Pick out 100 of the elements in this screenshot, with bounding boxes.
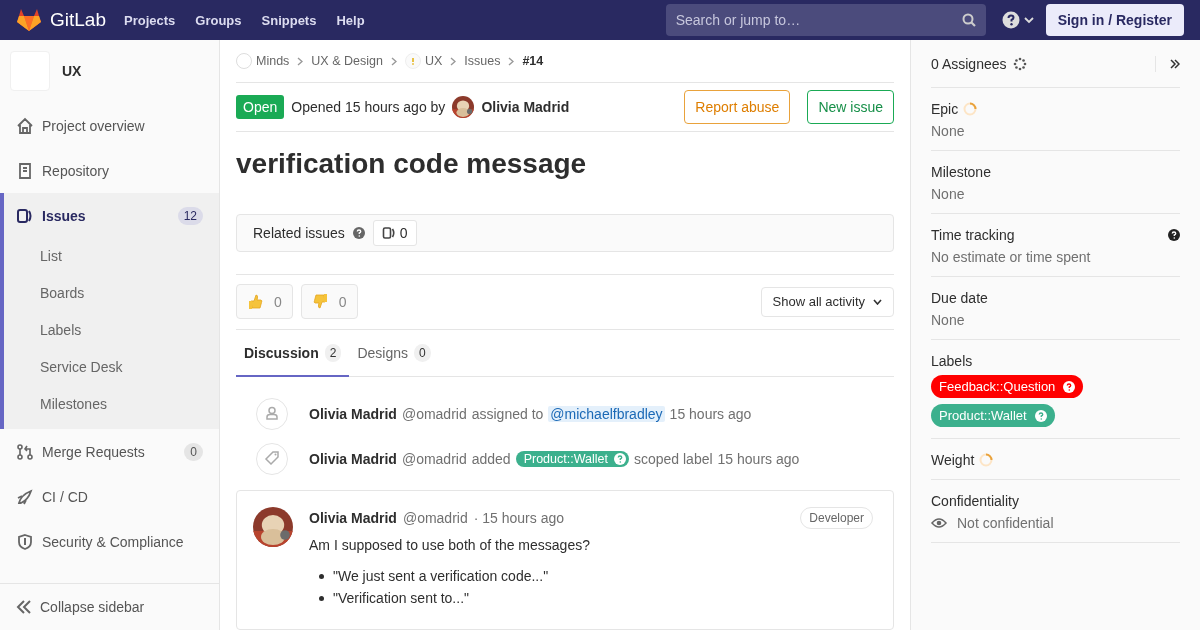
- note-action: assigned to: [471, 405, 544, 422]
- breadcrumb-link[interactable]: Minds: [236, 53, 290, 70]
- help-icon: [1001, 11, 1020, 29]
- label-tag[interactable]: Feedback::Question: [931, 375, 1084, 398]
- username: @omadrid: [401, 405, 467, 422]
- double-chevron-right-icon[interactable]: [1170, 58, 1180, 69]
- sidebar-subitem[interactable]: List: [4, 238, 219, 275]
- sidebar-subitem[interactable]: Boards: [4, 275, 219, 312]
- search-icon: [961, 13, 976, 27]
- tab[interactable]: Discussion 2: [236, 330, 350, 377]
- double-chevron-left-icon: [16, 600, 32, 614]
- search-field[interactable]: Search or jump to…: [665, 4, 986, 36]
- help-icon[interactable]: [1168, 229, 1180, 241]
- sidebar-subitem[interactable]: Milestones: [4, 386, 219, 423]
- author-link[interactable]: Olivia Madrid: [481, 99, 570, 116]
- opened-text: Opened 15 hours ago by: [291, 99, 446, 116]
- chevron-right-icon: [297, 56, 304, 66]
- count-badge: 2: [324, 343, 342, 362]
- sidebar-item[interactable]: CI / CD: [0, 474, 219, 519]
- author-link[interactable]: Olivia Madrid: [309, 405, 397, 422]
- related-issues-label: Related issues: [253, 225, 345, 241]
- help-icon: [613, 452, 626, 465]
- section-value: None: [931, 186, 965, 202]
- bullet-dot: [319, 595, 324, 601]
- project-avatar-icon: [404, 53, 421, 70]
- rocket-icon: [16, 487, 34, 506]
- sidebar-item[interactable]: Repository: [0, 148, 219, 193]
- chevron-down-icon: [873, 298, 882, 305]
- issues-icon: [16, 206, 34, 225]
- thumbs-up-button[interactable]: 0: [236, 284, 293, 319]
- tag-icon: [256, 442, 288, 475]
- username: @omadrid: [401, 450, 467, 467]
- collapse-sidebar-button[interactable]: Collapse sidebar: [0, 583, 219, 630]
- thumbs-down-icon: [311, 293, 329, 310]
- list-item-text: "Verification sent to...": [333, 590, 469, 606]
- author-link[interactable]: Olivia Madrid: [309, 450, 397, 467]
- username: @omadrid: [402, 510, 468, 526]
- breadcrumb-link[interactable]: #14: [522, 54, 544, 69]
- status-badge: Open: [236, 95, 285, 120]
- fox-logo: [16, 8, 42, 32]
- thumbs-down-button[interactable]: 0: [300, 284, 358, 319]
- loading-spinner-icon: [1012, 56, 1027, 71]
- eye-icon: [931, 517, 947, 529]
- section-value: None: [931, 312, 965, 328]
- nav-link[interactable]: Projects: [124, 8, 176, 32]
- help-icon: [1034, 409, 1047, 422]
- section-title: Epic: [931, 101, 959, 117]
- related-count-badge[interactable]: 0: [372, 220, 417, 246]
- chevron-down-icon: [1023, 16, 1034, 24]
- chevron-right-icon: [508, 56, 515, 66]
- assignees-title: 0 Assignees: [931, 55, 1007, 72]
- section-title: Labels: [931, 353, 973, 369]
- section-value: Not confidential: [957, 515, 1054, 531]
- timestamp: · 15 hours ago: [473, 510, 564, 526]
- count-badge: 0: [414, 343, 431, 362]
- user-mention-link[interactable]: @michaelfbradley: [548, 405, 665, 422]
- section-title: Milestone: [931, 164, 991, 180]
- help-dropdown[interactable]: [1001, 11, 1034, 29]
- timestamp: 15 hours ago: [717, 450, 800, 467]
- section-value: None: [931, 123, 965, 139]
- loading-spinner-icon: [963, 102, 978, 116]
- nav-link[interactable]: Groups: [195, 8, 242, 32]
- list-item-text: "We just sent a verification code...": [333, 568, 549, 584]
- note-action: added: [471, 450, 511, 467]
- sidebar-item[interactable]: Security & Compliance: [0, 519, 219, 564]
- breadcrumb-link[interactable]: Issues: [464, 54, 501, 69]
- timestamp: 15 hours ago: [669, 405, 752, 422]
- sidebar-item[interactable]: Issues 12: [4, 193, 219, 238]
- help-icon: [352, 227, 365, 239]
- sidebar-item[interactable]: Merge Requests 0: [0, 429, 219, 474]
- issue-title: verification code message: [236, 148, 588, 180]
- issues-icon: [381, 226, 396, 240]
- author-link[interactable]: Olivia Madrid: [309, 510, 397, 526]
- sidebar-subitem[interactable]: Labels: [4, 312, 219, 349]
- shield-icon: [16, 532, 34, 551]
- brand-name[interactable]: GitLab: [50, 9, 106, 31]
- help-icon: [1063, 380, 1076, 393]
- merge-request-icon: [16, 442, 34, 461]
- sidebar-item[interactable]: Project overview: [0, 103, 219, 148]
- sign-in-button[interactable]: Sign in / Register: [1045, 4, 1184, 36]
- new-issue-button[interactable]: New issue: [807, 90, 894, 125]
- section-title: Confidentiality: [931, 493, 1019, 509]
- breadcrumb-link[interactable]: UX: [404, 53, 443, 70]
- chevron-right-icon: [390, 56, 397, 66]
- section-title: Due date: [931, 290, 988, 306]
- user-icon: [256, 397, 288, 430]
- group-avatar-icon: [236, 53, 252, 70]
- breadcrumb-link[interactable]: UX & Design: [311, 54, 383, 69]
- section-title: Weight: [931, 452, 975, 468]
- nav-link[interactable]: Help: [336, 8, 365, 32]
- section-title: Time tracking: [931, 227, 1015, 243]
- chevron-right-icon: [450, 56, 457, 66]
- project-name[interactable]: UX: [62, 63, 82, 79]
- note-action: scoped label: [633, 450, 713, 467]
- nav-link[interactable]: Snippets: [261, 8, 317, 32]
- loading-spinner-icon: [979, 453, 994, 467]
- sidebar-subitem[interactable]: Service Desk: [4, 349, 219, 386]
- tab[interactable]: Designs 0: [349, 330, 439, 377]
- home-icon: [16, 116, 34, 135]
- activity-filter-dropdown[interactable]: Show all activity: [760, 286, 894, 317]
